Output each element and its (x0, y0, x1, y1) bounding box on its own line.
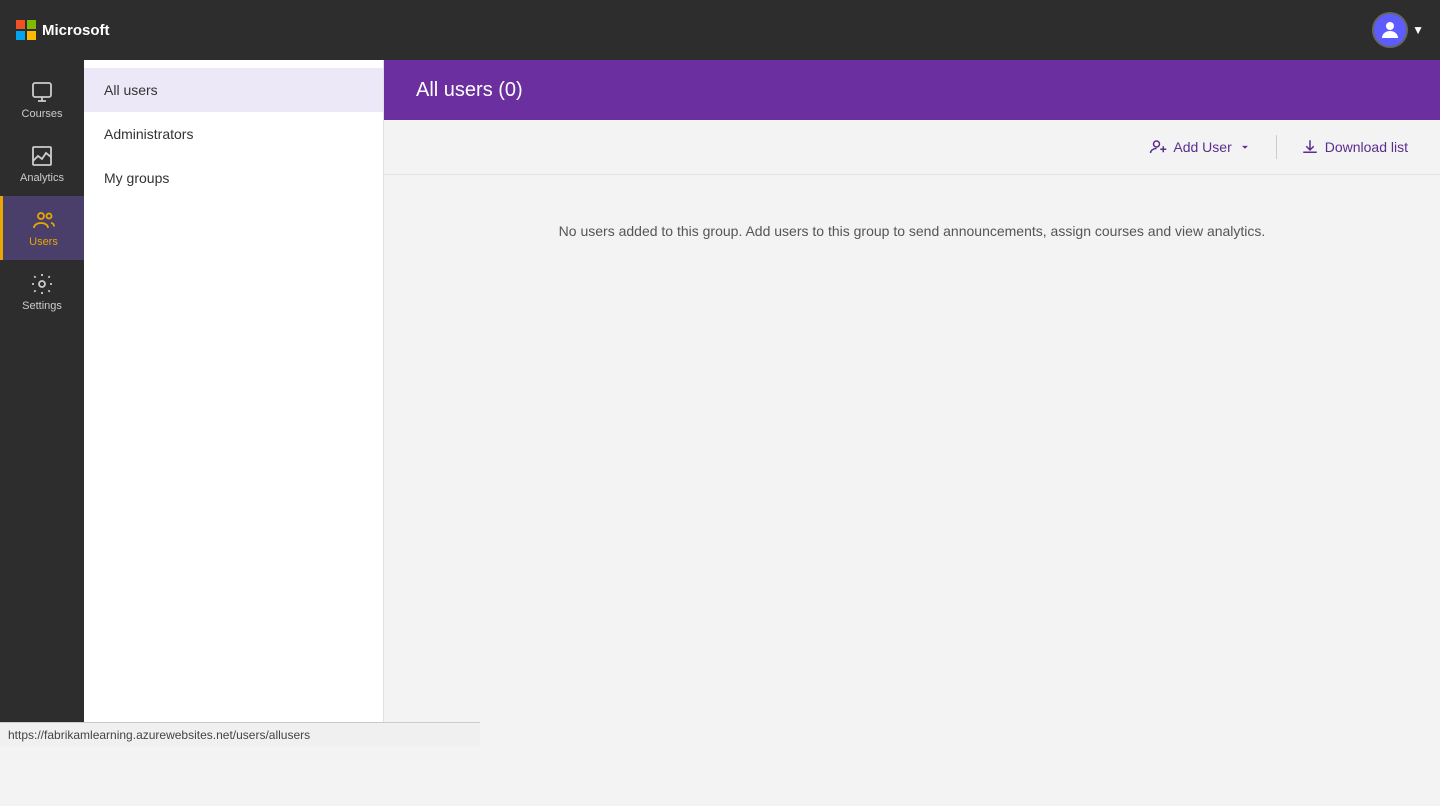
top-bar: Microsoft ▼ (0, 0, 1440, 60)
download-icon (1301, 138, 1319, 156)
add-user-label: Add User (1173, 139, 1231, 155)
avatar-button-group[interactable]: ▼ (1372, 12, 1424, 48)
avatar[interactable] (1372, 12, 1408, 48)
toolbar-divider (1276, 135, 1277, 159)
nav-item-administrators[interactable]: Administrators (84, 112, 383, 156)
download-label: Download list (1325, 139, 1408, 155)
sidebar-item-users[interactable]: Users (0, 196, 84, 260)
ms-logo-grid (16, 20, 36, 40)
nav-item-my-groups[interactable]: My groups (84, 156, 383, 200)
analytics-icon (30, 144, 54, 168)
analytics-label: Analytics (20, 172, 64, 184)
content-toolbar: Add User Download list (384, 120, 1440, 175)
sidebar-item-courses[interactable]: Courses (0, 68, 84, 132)
status-url: https://fabrikamlearning.azurewebsites.n… (8, 728, 310, 742)
courses-label: Courses (22, 108, 63, 120)
download-list-button[interactable]: Download list (1293, 132, 1416, 162)
add-user-button[interactable]: Add User (1141, 132, 1259, 162)
user-avatar-icon (1378, 18, 1402, 42)
secondary-nav: All users Administrators My groups (84, 60, 384, 746)
brand-name: Microsoft (42, 22, 110, 39)
main-layout: Courses Analytics Users (0, 60, 1440, 746)
sidebar-item-settings[interactable]: Settings (0, 260, 84, 324)
content-header: All users (0) (384, 60, 1440, 120)
sidebar: Courses Analytics Users (0, 60, 84, 746)
settings-label: Settings (22, 300, 62, 312)
status-bar: https://fabrikamlearning.azurewebsites.n… (0, 722, 480, 746)
add-user-chevron-icon (1238, 140, 1252, 154)
empty-state-message: No users added to this group. Add users … (559, 223, 1266, 239)
settings-icon (30, 272, 54, 296)
top-bar-left: Microsoft (16, 20, 110, 40)
main-content: All users (0) Add User (384, 60, 1440, 746)
add-user-icon (1149, 138, 1167, 156)
chevron-down-icon: ▼ (1412, 23, 1424, 37)
sidebar-item-analytics[interactable]: Analytics (0, 132, 84, 196)
users-label: Users (29, 236, 58, 248)
page-title: All users (0) (416, 79, 523, 102)
nav-item-all-users[interactable]: All users (84, 68, 383, 112)
empty-state: No users added to this group. Add users … (384, 175, 1440, 746)
users-icon (32, 208, 56, 232)
microsoft-logo[interactable]: Microsoft (16, 20, 110, 40)
courses-icon (30, 80, 54, 104)
top-bar-right: ▼ (1372, 12, 1424, 48)
